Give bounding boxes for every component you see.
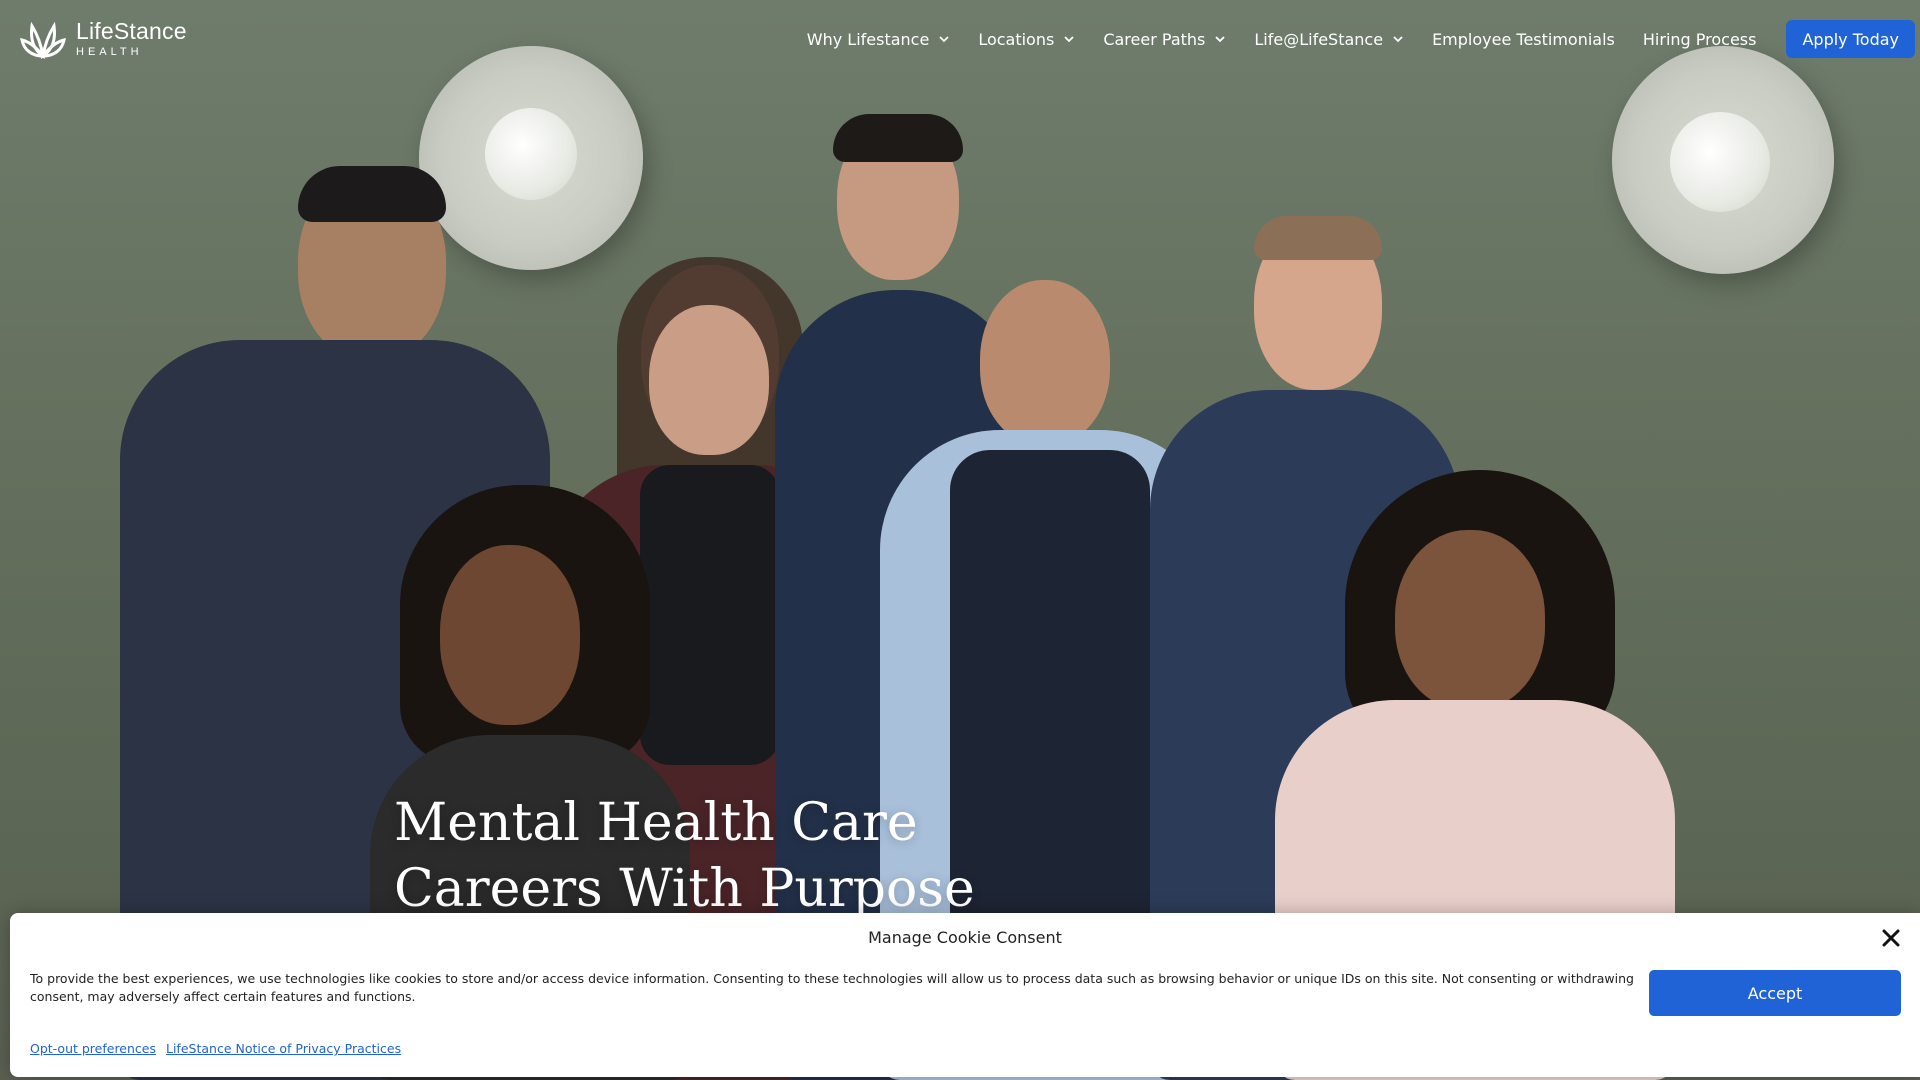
cookie-links: Opt-out preferences LifeStance Notice of…	[30, 1041, 411, 1056]
nav-item-label: Life@LifeStance	[1254, 29, 1384, 49]
brand-name: LifeStance	[76, 18, 187, 44]
nav-item-label: Employee Testimonials	[1432, 29, 1615, 49]
nav-item-label: Locations	[978, 29, 1055, 49]
nav-item-label: Career Paths	[1103, 29, 1206, 49]
logo-text: LifeStance HEALTH	[76, 20, 187, 58]
opt-out-preferences-link[interactable]: Opt-out preferences	[30, 1041, 156, 1056]
nav-item-hiring-process[interactable]: Hiring Process	[1643, 21, 1757, 57]
chevron-down-icon	[1064, 36, 1074, 43]
nav-item-locations[interactable]: Locations	[978, 21, 1075, 57]
cookie-consent-banner: Manage Cookie Consent To provide the bes…	[10, 913, 1920, 1077]
cookie-description: To provide the best experiences, we use …	[30, 971, 1634, 1004]
nav-item-life-at-lifestance[interactable]: Life@LifeStance	[1254, 21, 1404, 57]
top-navigation: LifeStance HEALTH Why Lifestance Locatio…	[0, 0, 1920, 78]
hero-headline: Mental Health Care Careers With Purpose	[394, 790, 975, 922]
wall-lamp-right	[1612, 46, 1834, 274]
apply-today-button[interactable]: Apply Today	[1786, 20, 1915, 58]
brand-sub: HEALTH	[76, 46, 143, 58]
nav-item-employee-testimonials[interactable]: Employee Testimonials	[1432, 21, 1615, 57]
hero-headline-line-1: Mental Health Care	[394, 793, 918, 853]
nav-item-label: Hiring Process	[1642, 29, 1757, 49]
privacy-notice-link[interactable]: LifeStance Notice of Privacy Practices	[166, 1041, 401, 1056]
logo-link[interactable]: LifeStance HEALTH	[20, 16, 187, 62]
chevron-down-icon	[1215, 36, 1226, 43]
accept-button[interactable]: Accept	[1649, 970, 1901, 1016]
close-icon[interactable]	[1880, 927, 1902, 949]
lotus-logo-icon	[20, 21, 66, 60]
nav-item-career-paths[interactable]: Career Paths	[1103, 21, 1226, 57]
nav-item-why-lifestance[interactable]: Why Lifestance	[807, 21, 951, 57]
cookie-title: Manage Cookie Consent	[868, 928, 1062, 947]
nav-item-label: Why Lifestance	[806, 29, 930, 49]
hero-headline-line-2: Careers With Purpose	[394, 859, 975, 919]
chevron-down-icon	[1393, 36, 1403, 43]
main-menu: Why Lifestance Locations Career Paths Li…	[807, 20, 1920, 58]
chevron-down-icon	[939, 36, 949, 43]
